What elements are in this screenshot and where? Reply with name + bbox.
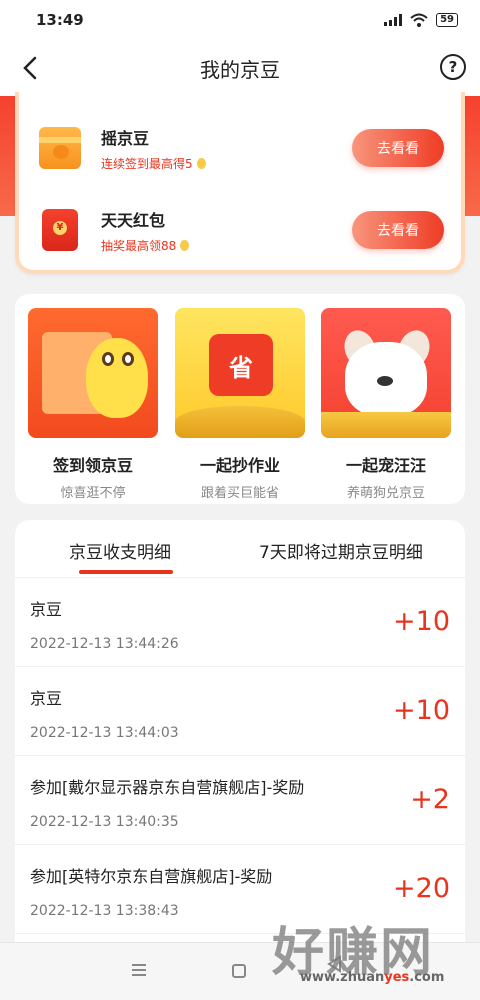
- feature-copy-homework[interactable]: 省 一起抄作业 跟着买巨能省: [175, 308, 305, 501]
- red-envelope-icon: [42, 209, 78, 251]
- feature-title: 一起抄作业: [199, 456, 280, 475]
- gift-icon: [39, 127, 81, 169]
- active-tab-indicator: [79, 570, 173, 574]
- task-title: 摇京豆: [101, 128, 150, 148]
- list-item[interactable]: 参加[戴尔显示器京东自营旗舰店]-奖励 2022-12-13 13:40:35 …: [15, 756, 465, 845]
- chevron-left-icon: [23, 56, 37, 80]
- feature-pet-dog[interactable]: 一起宠汪汪 养萌狗兑京豆: [321, 308, 451, 501]
- tab-expiring-soon[interactable]: 7天即将过期京豆明细: [259, 538, 423, 563]
- battery-icon: 59: [436, 13, 458, 27]
- watermark-url: www.zhuanyes.com: [300, 970, 445, 985]
- list-item[interactable]: 京豆 2022-12-13 13:44:26 +10: [15, 578, 465, 667]
- record-title: 参加[戴尔显示器京东自营旗舰店]-奖励: [30, 778, 305, 797]
- dog-mascot-image: [321, 308, 451, 438]
- page-title: 我的京豆: [200, 57, 280, 82]
- record-time: 2022-12-13 13:44:26: [30, 636, 179, 652]
- signal-icon: [384, 14, 403, 26]
- record-amount: +20: [393, 873, 450, 904]
- record-amount: +10: [393, 606, 450, 637]
- go-see-button[interactable]: 去看看: [352, 129, 444, 167]
- watermark: 好赚网 www.zhuanyes.com: [272, 910, 472, 990]
- wifi-icon: [410, 13, 428, 27]
- back-button[interactable]: [18, 54, 42, 82]
- task-row-shake-beans: 摇京豆 连续签到最高得5 去看看: [39, 118, 444, 178]
- record-title: 参加[英特尔京东自营旗舰店]-奖励: [30, 867, 273, 886]
- record-amount: +2: [410, 784, 450, 815]
- task-subtitle: 连续签到最高得5: [101, 155, 352, 172]
- home-button[interactable]: [232, 964, 246, 978]
- checkin-mascot-image: [28, 308, 158, 438]
- header: 我的京豆 ?: [0, 40, 480, 96]
- detail-tabs: 京豆收支明细 7天即将过期京豆明细: [15, 520, 465, 578]
- feature-grid: 签到领京豆 惊喜逛不停 省 一起抄作业 跟着买巨能省 一起宠汪汪 养萌狗兑京豆: [15, 294, 465, 504]
- record-title: 京豆: [30, 689, 63, 708]
- task-title: 天天红包: [101, 210, 166, 230]
- help-button[interactable]: ?: [440, 54, 466, 80]
- record-amount: +10: [393, 695, 450, 726]
- bean-icon: [180, 239, 190, 251]
- feature-subtitle: 惊喜逛不停: [60, 486, 126, 501]
- save-tag-image: 省: [175, 308, 305, 438]
- recent-apps-button[interactable]: [132, 961, 150, 979]
- record-time: 2022-12-13 13:44:03: [30, 725, 179, 741]
- list-item[interactable]: 京豆 2022-12-13 13:44:03 +10: [15, 667, 465, 756]
- task-subtitle: 抽奖最高领88: [101, 237, 352, 254]
- feature-subtitle: 养萌狗兑京豆: [346, 486, 425, 501]
- record-time: 2022-12-13 13:38:43: [30, 903, 179, 919]
- tab-income-expense[interactable]: 京豆收支明细: [69, 538, 171, 563]
- feature-title: 一起宠汪汪: [345, 456, 426, 475]
- bean-icon: [196, 157, 206, 169]
- task-row-daily-redpacket: 天天红包 抽奖最高领88 去看看: [39, 200, 444, 260]
- go-see-button[interactable]: 去看看: [352, 211, 444, 249]
- feature-title: 签到领京豆: [52, 456, 133, 475]
- status-icons: 59: [384, 13, 458, 27]
- record-title: 京豆: [30, 600, 63, 619]
- status-time: 13:49: [36, 11, 84, 29]
- feature-subtitle: 跟着买巨能省: [200, 486, 279, 501]
- feature-checkin[interactable]: 签到领京豆 惊喜逛不停: [28, 308, 158, 501]
- status-bar: 13:49 59: [0, 0, 480, 40]
- record-time: 2022-12-13 13:40:35: [30, 814, 179, 830]
- task-card: 摇京豆 连续签到最高得5 去看看 天天红包 抽奖最高领88 去看看: [15, 92, 465, 274]
